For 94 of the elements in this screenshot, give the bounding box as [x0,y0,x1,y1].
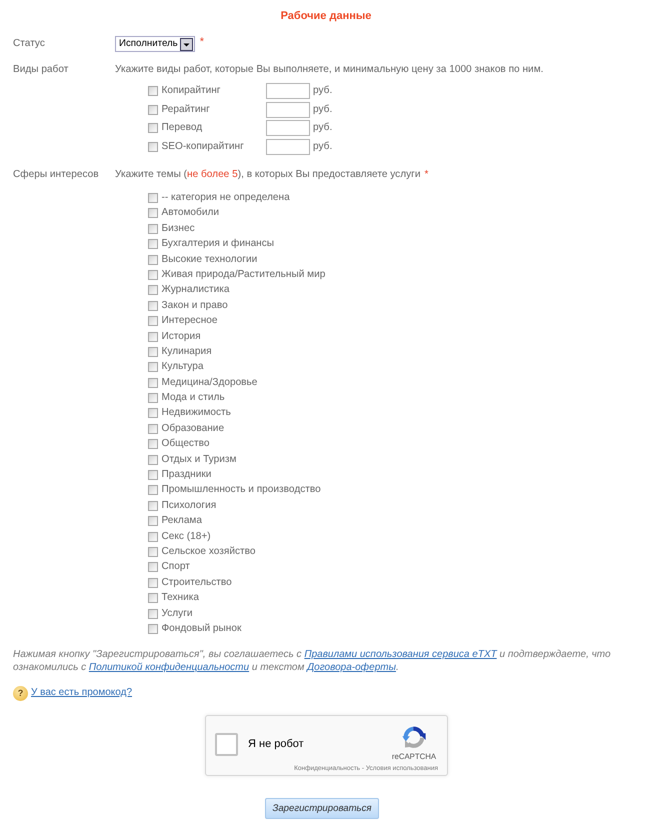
checkbox[interactable] [148,500,158,511]
checkbox-label: Автомобили [162,206,219,220]
text-link[interactable]: Политикой конфиденциальности [88,662,250,674]
checkbox-label: Строительство [162,576,232,590]
checkbox-label: Перевод [162,121,204,136]
checkbox[interactable] [148,224,158,234]
checkbox[interactable] [148,142,158,152]
checkbox-label: Бухгалтерия и финансы [162,237,274,252]
checkbox-label: Общество [162,437,210,452]
checkbox[interactable] [148,393,158,404]
checkbox[interactable] [148,239,158,250]
text-link[interactable]: Договора-оферты [307,662,396,674]
checkbox[interactable] [148,254,158,265]
checkbox-label: Культура [162,360,204,374]
checkbox-label: Отдых и Туризм [162,452,236,467]
caret-icon [180,38,193,50]
checkbox[interactable] [148,316,158,326]
checkbox-label: Услуги [162,606,193,621]
checkbox[interactable] [148,624,158,634]
checkbox[interactable] [148,593,158,604]
checkbox-label: Сельское хозяйство [162,544,256,559]
checkbox[interactable] [148,378,158,388]
checkbox[interactable] [148,346,158,357]
checkbox-label: Закон и право [162,298,228,313]
hint-text: Укажите виды работ, которые Вы выполняете, и минимальную цену за 1000 знаков по ним. [115,63,544,77]
checkbox[interactable] [148,86,158,96]
checkbox-label: Образование [162,422,224,436]
checkbox-label: Журналистика [162,283,230,298]
price-field[interactable] [266,120,310,136]
checkbox-label: Мода и стиль [162,391,225,406]
checkbox[interactable] [148,285,158,296]
checkbox-label: Реклама [162,514,202,528]
captcha-label: Я не робот [248,736,304,752]
circular-arrows-icon [402,724,426,749]
promo-code-link[interactable]: У вас есть промокод? [31,686,132,700]
checkbox[interactable] [148,123,158,134]
price-field[interactable] [266,83,310,100]
checkbox-label: Медицина/Здоровье [162,376,258,390]
register-button[interactable]: Зарегистрироваться [265,798,379,819]
checkbox[interactable] [148,516,158,526]
checkbox-label: Техника [162,591,200,606]
checkbox-label: Спорт [162,560,190,574]
captcha-checkbox[interactable] [215,732,238,756]
agreement-text: Нажимая кнопку "Зарегистрироваться", вы соглашаетесь с Правилами использования сервиса eTXT и подтверждаете, что ознакомились с Политикой конфиденциальности и текстом Договора-оферты. [13,648,612,674]
checkbox-label: Фондовый рынок [162,622,242,636]
unit-label: руб. [313,84,332,98]
checkbox-label: Секс (18+) [162,530,211,544]
checkbox-label: История [162,330,201,344]
checkbox[interactable] [148,578,158,588]
checkbox-label: Промышленность и производство [162,483,321,498]
checkbox-label: Живая природа/Растительный мир [162,268,326,282]
checkbox-label: Бизнес [162,222,195,236]
field-label: Статус [13,37,46,51]
text-link[interactable]: Правилами использования сервиса eTXT [304,649,497,660]
checkbox[interactable] [148,439,158,450]
checkbox[interactable] [148,362,158,372]
checkbox[interactable] [148,608,158,619]
help-icon: ? [13,686,28,701]
checkbox[interactable] [148,332,158,342]
status-select[interactable]: Исполнитель [115,36,195,52]
checkbox[interactable] [148,300,158,311]
checkbox-label: Копирайтинг [162,84,222,98]
section-title: Рабочие данные [280,10,372,22]
checkbox-label: Рерайтинг [162,102,211,117]
unit-label: руб. [313,102,332,117]
field-label: Виды работ [13,63,70,77]
checkbox-label: Психология [162,498,216,513]
checkbox[interactable] [148,485,158,496]
checkbox[interactable] [148,270,158,280]
required-mark: * [200,36,204,48]
unit-label: руб. [313,140,332,154]
checkbox[interactable] [148,470,158,480]
unit-label: руб. [313,121,332,136]
price-field[interactable] [266,102,310,118]
checkbox[interactable] [148,104,158,115]
price-field[interactable] [266,138,310,155]
checkbox[interactable] [148,546,158,557]
checkbox-label: Кулинария [162,344,212,359]
checkbox-label: Высокие технологии [162,252,258,267]
checkbox[interactable] [148,408,158,418]
checkbox[interactable] [148,424,158,434]
checkbox[interactable] [148,192,158,203]
checkbox-label: Праздники [162,468,212,482]
hint-text: Укажите темы (не более 5), в которых Вы предоставляете услуги [115,169,420,180]
required-mark: * [424,169,428,180]
checkbox[interactable] [148,562,158,572]
checkbox-label: Интересное [162,314,218,328]
checkbox-label: -- категория не определена [162,190,290,205]
checkbox[interactable] [148,532,158,542]
checkbox-label: SEO-копирайтинг [162,140,245,154]
checkbox-label: Недвижимость [162,406,231,420]
checkbox[interactable] [148,208,158,218]
checkbox[interactable] [148,454,158,465]
field-label: Сферы интересов [13,168,100,182]
